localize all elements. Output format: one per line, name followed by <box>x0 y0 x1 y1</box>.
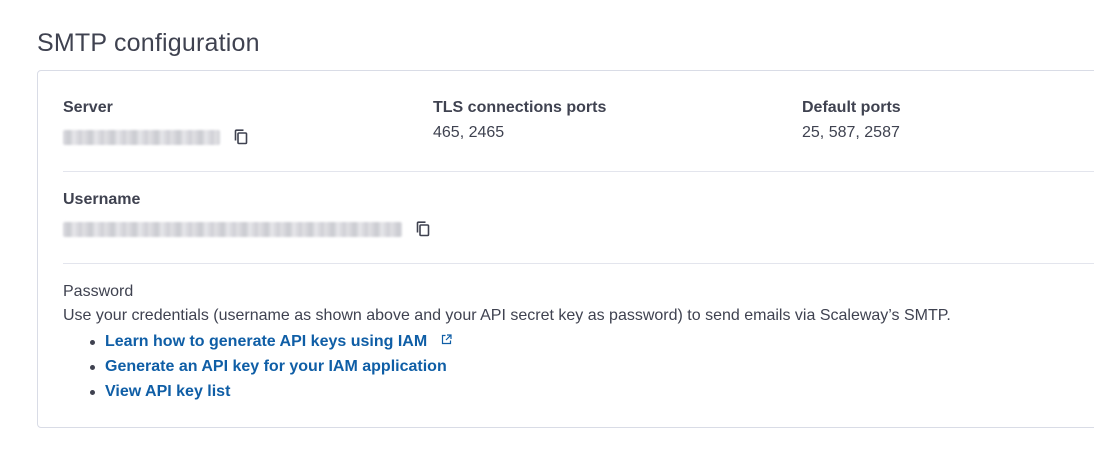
list-item: Generate an API key for your IAM applica… <box>63 354 452 379</box>
password-description: Use your credentials (username as shown … <box>63 307 951 324</box>
list-item: Learn how to generate API keys using IAM <box>63 329 452 354</box>
smtp-config-card: Server TLS connections ports 465, 2465 D… <box>37 70 1094 428</box>
tls-ports-value: 465, 2465 <box>433 124 505 141</box>
password-row: Password Use your credentials (username … <box>63 263 1094 429</box>
view-api-key-list-link[interactable]: View API key list <box>105 383 230 400</box>
copy-icon[interactable] <box>416 221 430 237</box>
username-value-redacted <box>63 222 402 237</box>
list-item: View API key list <box>63 379 452 404</box>
api-key-links: Learn how to generate API keys using IAM… <box>63 329 452 404</box>
server-value-redacted <box>63 130 220 145</box>
copy-icon[interactable] <box>234 129 248 145</box>
default-ports-label: Default ports <box>802 99 901 116</box>
generate-api-key-link[interactable]: Generate an API key for your IAM applica… <box>105 358 447 375</box>
server-label: Server <box>63 99 113 116</box>
learn-api-keys-link[interactable]: Learn how to generate API keys using IAM <box>105 333 427 350</box>
username-label: Username <box>63 191 141 208</box>
page-title: SMTP configuration <box>37 29 260 57</box>
ports-row: Server TLS connections ports 465, 2465 D… <box>63 71 1094 171</box>
tls-ports-label: TLS connections ports <box>433 99 607 116</box>
username-row: Username <box>63 171 1094 263</box>
external-link-icon <box>441 334 452 345</box>
password-label: Password <box>63 283 134 300</box>
default-ports-value: 25, 587, 2587 <box>802 124 900 141</box>
